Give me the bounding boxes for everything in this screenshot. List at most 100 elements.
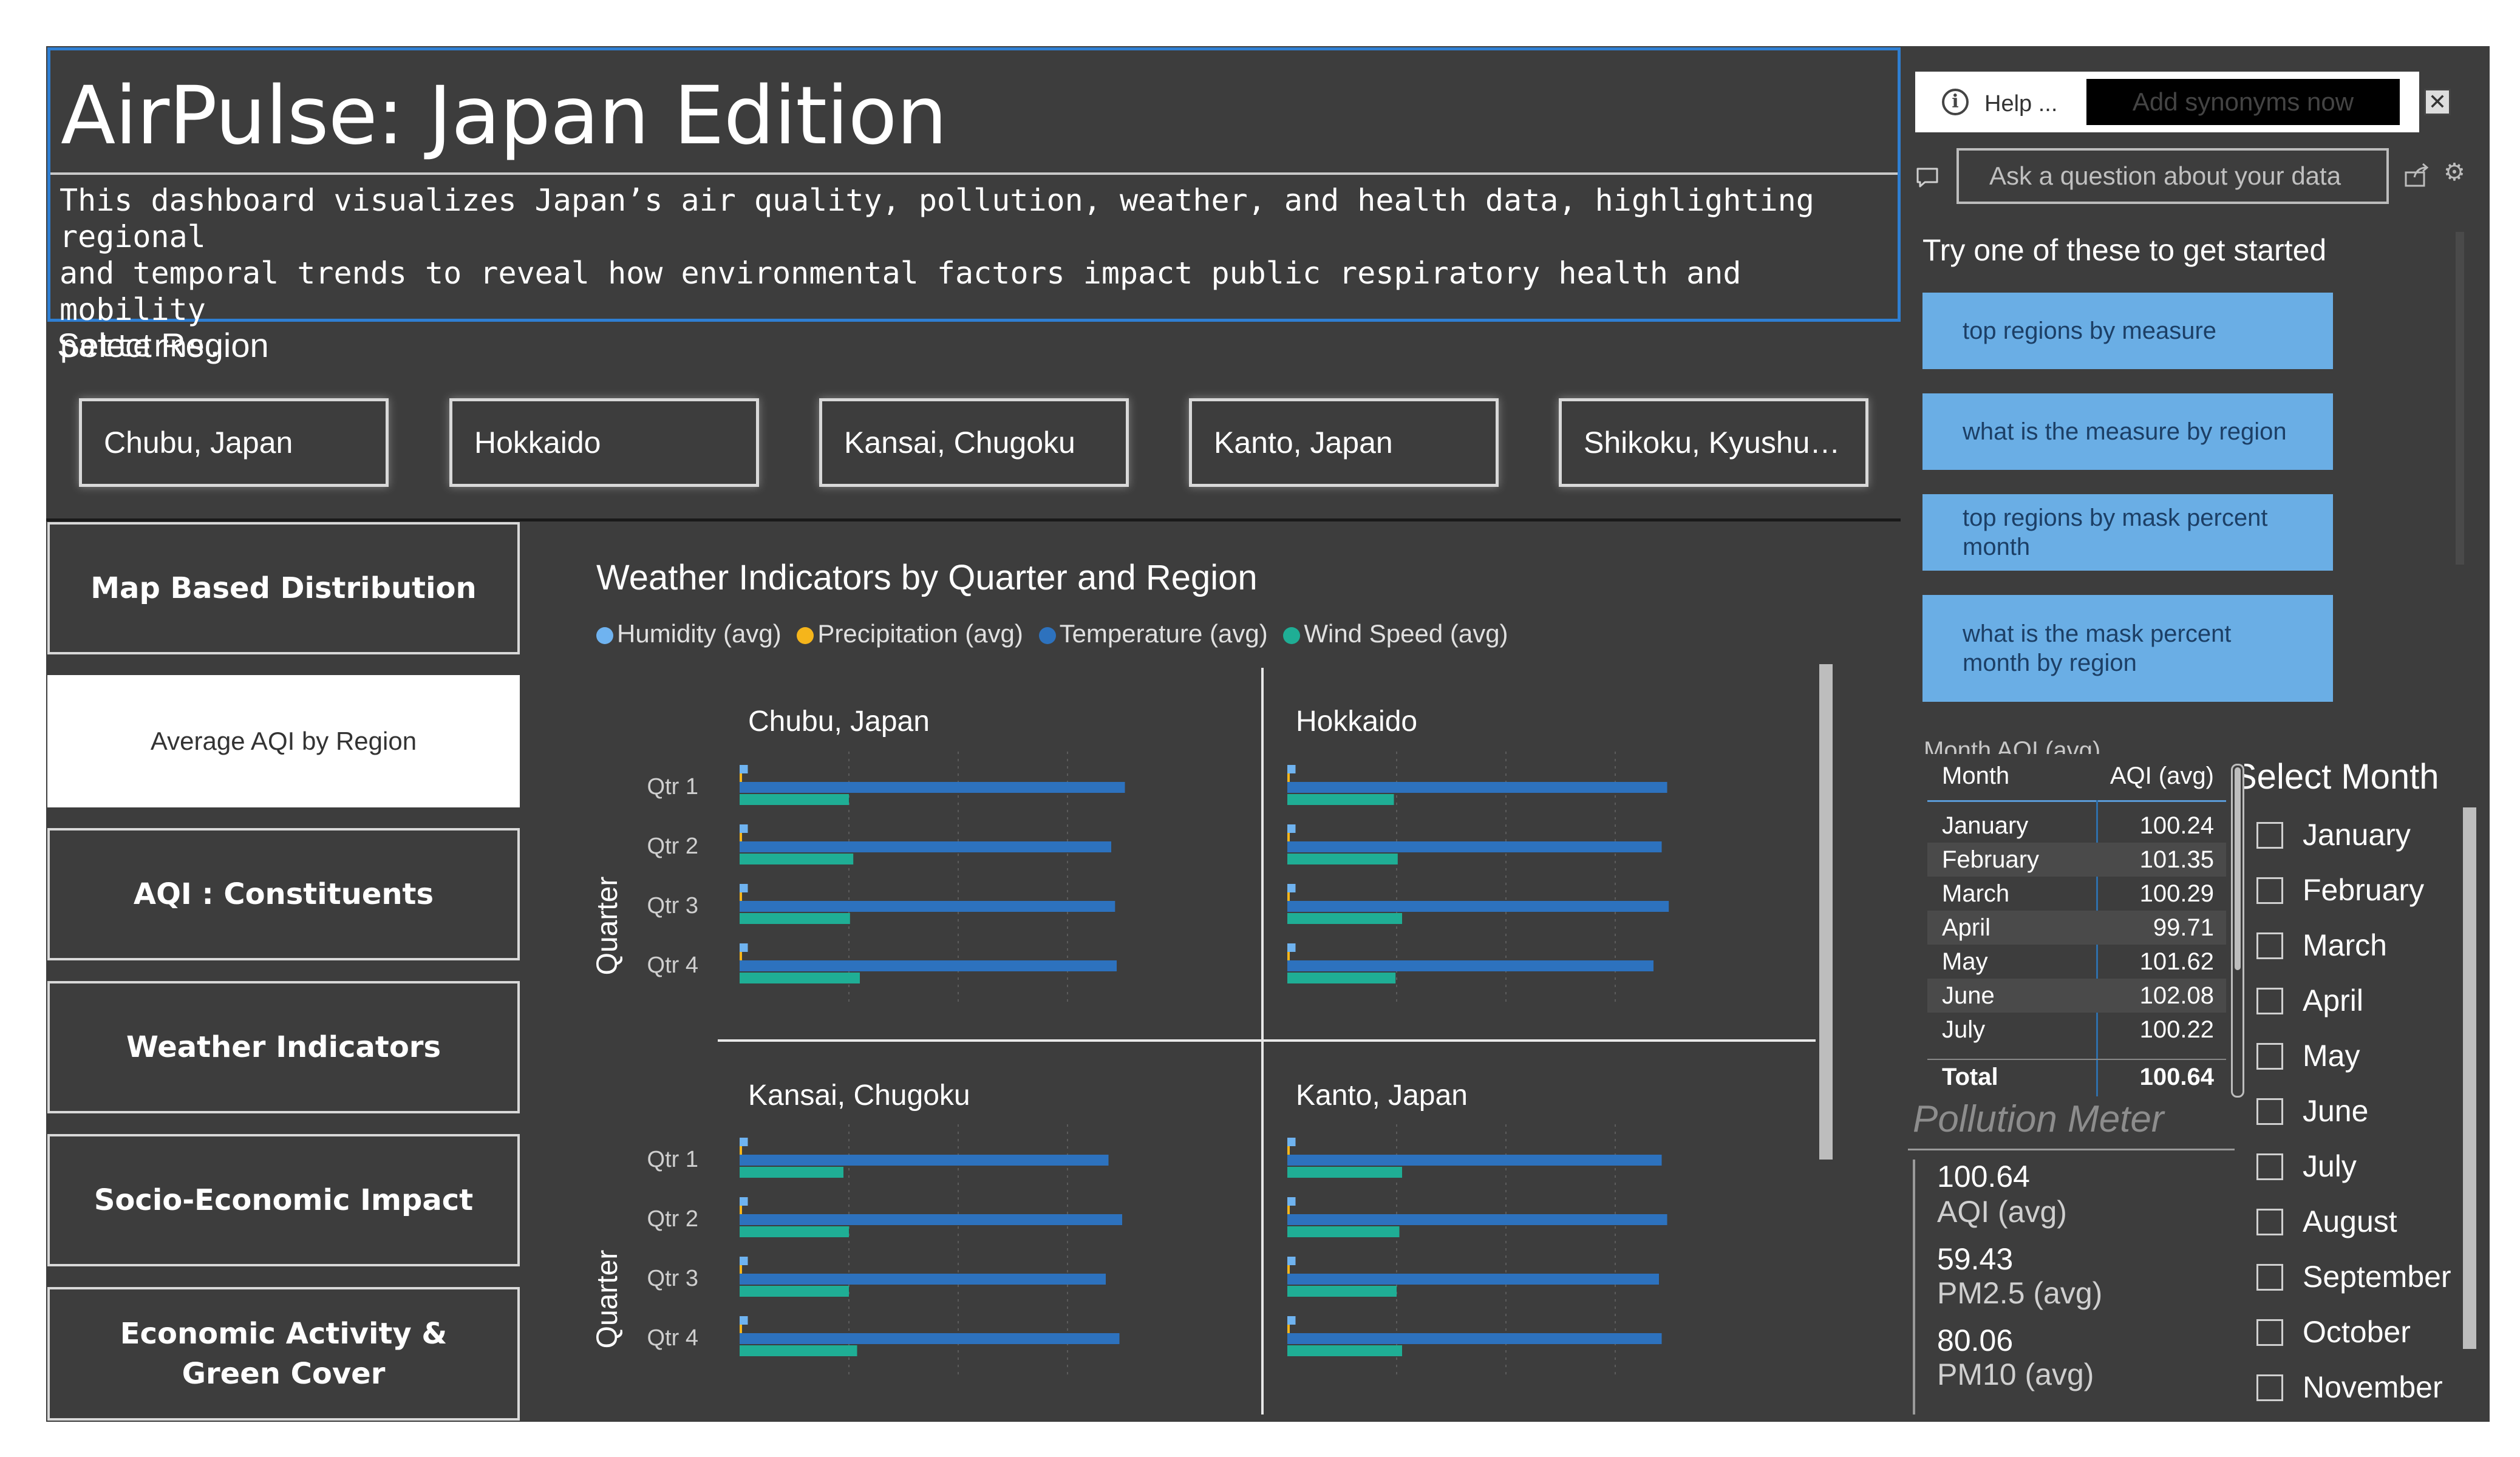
nav-economic-activity-green-cover[interactable]: Economic Activity & Green Cover [47, 1287, 520, 1421]
checkbox-november[interactable] [2256, 1374, 2283, 1401]
bar-temperature [1287, 1155, 1662, 1166]
checkbox-june[interactable] [2256, 1098, 2283, 1125]
month-option-september[interactable]: September [2256, 1255, 2487, 1298]
legend-item-humidity: Humidity (avg) [596, 619, 782, 648]
month-option-august[interactable]: August [2256, 1200, 2487, 1243]
nav-average-aqi-by-region[interactable]: Average AQI by Region [47, 675, 520, 807]
month-label-june: June [2303, 1094, 2369, 1128]
month-option-january[interactable]: January [2256, 813, 2487, 856]
table-total-row: Total 100.64 [1927, 1059, 2226, 1094]
month-option-may[interactable]: May [2256, 1034, 2487, 1077]
bar-humidity [740, 1316, 748, 1325]
add-synonyms-button[interactable]: Add synonyms now [2086, 79, 2400, 125]
kpi-pm10-label: PM10 (avg) [1937, 1357, 2094, 1391]
month-label-february: February [2303, 873, 2425, 907]
bar-humidity [1287, 1138, 1296, 1146]
qa-suggestion-1[interactable]: top regions by measure [1922, 293, 2333, 369]
table-row[interactable]: May 101.62 [1927, 945, 2226, 979]
checkbox-march[interactable] [2256, 932, 2283, 959]
checkbox-april[interactable] [2256, 988, 2283, 1014]
qa-suggestion-4[interactable]: what is the mask percent month by region [1922, 595, 2333, 702]
table-row[interactable]: January 100.24 [1927, 809, 2226, 843]
qa-question-input[interactable]: Ask a question about your data [1956, 148, 2389, 204]
table-scrollbar-thumb[interactable] [2235, 767, 2241, 970]
bar-humidity [1287, 1257, 1296, 1265]
page-title: AirPulse: Japan Edition [61, 69, 947, 163]
table-row[interactable]: February 101.35 [1927, 843, 2226, 877]
bar-humidity [740, 765, 748, 773]
panel-title: Kanto, Japan [1296, 1079, 1468, 1112]
checkbox-september[interactable] [2256, 1264, 2283, 1291]
month-option-october[interactable]: October [2256, 1311, 2487, 1353]
month-option-april[interactable]: April [2256, 979, 2487, 1022]
table-row[interactable]: April 99.71 [1927, 911, 2226, 945]
bar-wind [1287, 1226, 1400, 1237]
month-slicer-scrollbar[interactable] [2463, 807, 2476, 1349]
checkbox-october[interactable] [2256, 1319, 2283, 1346]
region-option-hokkaido[interactable]: Hokkaido [449, 398, 759, 487]
gear-icon[interactable]: ⚙ [2443, 160, 2465, 185]
table-row[interactable]: July 100.22 [1927, 1013, 2226, 1047]
month-label-november: November [2303, 1370, 2443, 1404]
title-divider [50, 172, 1898, 175]
region-option-kanto[interactable]: Kanto, Japan [1189, 398, 1499, 487]
month-label-september: September [2303, 1260, 2451, 1294]
bar-wind [1287, 1167, 1402, 1178]
tick-label: Qtr 1 [647, 774, 698, 800]
legend-label-precipitation: Precipitation (avg) [817, 619, 1023, 648]
checkbox-august[interactable] [2256, 1209, 2283, 1235]
bar-temperature [1287, 960, 1653, 971]
nav-weather-indicators[interactable]: Weather Indicators [47, 981, 520, 1113]
chart-scrollbar[interactable] [1819, 664, 1833, 1160]
bar-precipitation [740, 773, 742, 782]
bar-temperature [740, 901, 1115, 912]
nav-socio-economic-impact[interactable]: Socio-Economic Impact [47, 1134, 520, 1266]
table-row[interactable]: March 100.29 [1927, 877, 2226, 911]
bar-temperature [740, 1155, 1109, 1166]
nav-aqi-constituents[interactable]: AQI : Constituents [47, 828, 520, 960]
month-option-july[interactable]: July [2256, 1145, 2487, 1187]
bar-wind [1287, 1286, 1397, 1297]
tick-label: Qtr 4 [647, 953, 698, 978]
bar-humidity [740, 884, 748, 892]
pollution-meter-title: Pollution Meter [1913, 1098, 2164, 1140]
bar-wind [740, 1286, 849, 1297]
info-icon[interactable]: i [1942, 89, 1969, 115]
legend-dot-humidity [596, 627, 613, 644]
month-option-june[interactable]: June [2256, 1090, 2487, 1132]
table-cell-aqi: 100.24 [2139, 812, 2214, 839]
bar-wind [740, 1345, 857, 1356]
table-cell-aqi: 101.62 [2139, 948, 2214, 975]
bar-precipitation [1287, 1146, 1290, 1155]
bar-humidity [740, 1138, 748, 1146]
close-icon[interactable]: ✕ [2424, 89, 2451, 115]
share-icon[interactable] [2403, 161, 2430, 188]
table-header-aqi[interactable]: AQI (avg) [2110, 762, 2214, 790]
kpi-pm25-value: 59.43 [1937, 1242, 2014, 1276]
checkbox-may[interactable] [2256, 1043, 2283, 1070]
qa-scrollbar[interactable] [2456, 232, 2464, 565]
month-option-february[interactable]: February [2256, 869, 2487, 911]
qa-help-link[interactable]: Help ... [1984, 89, 2069, 119]
panel-title: Kansai, Chugoku [748, 1079, 970, 1112]
nav-map-based-distribution[interactable]: Map Based Distribution [47, 522, 520, 654]
table-header-month[interactable]: Month [1942, 762, 2009, 790]
region-option-chubu[interactable]: Chubu, Japan [79, 398, 389, 487]
bar-humidity [740, 1257, 748, 1265]
legend-label-humidity: Humidity (avg) [617, 619, 782, 648]
checkbox-january[interactable] [2256, 822, 2283, 849]
month-option-november[interactable]: November [2256, 1366, 2487, 1408]
bar-temperature [740, 1333, 1120, 1344]
tick-label: Qtr 3 [647, 893, 698, 919]
bar-humidity [1287, 1197, 1296, 1206]
table-cell-month: February [1942, 846, 2040, 873]
qa-suggestion-2[interactable]: what is the measure by region [1922, 393, 2333, 470]
qa-suggestion-3[interactable]: top regions by mask percent month [1922, 494, 2333, 571]
month-option-march[interactable]: March [2256, 924, 2487, 966]
checkbox-july[interactable] [2256, 1153, 2283, 1180]
table-row[interactable]: June 102.08 [1927, 979, 2226, 1013]
kpi-aqi-value: 100.64 [1937, 1160, 2030, 1194]
checkbox-february[interactable] [2256, 877, 2283, 904]
region-option-kansai[interactable]: Kansai, Chugoku [819, 398, 1129, 487]
region-option-shikoku[interactable]: Shikoku, Kyushu… [1559, 398, 1868, 487]
